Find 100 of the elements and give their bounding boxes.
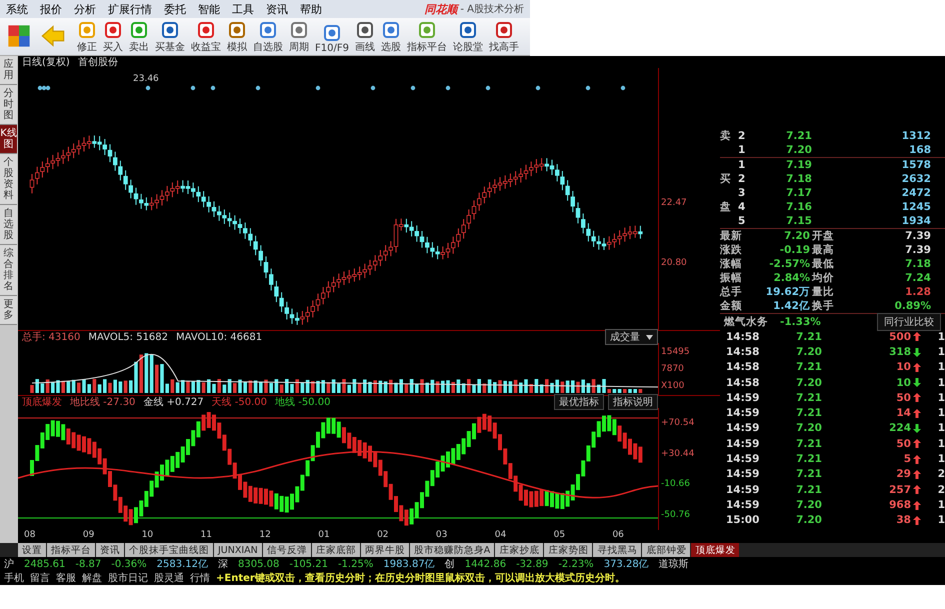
menu-item[interactable]: 分析: [68, 2, 102, 16]
tick-price: 7.20: [795, 514, 822, 526]
date-axis-label: 05: [554, 530, 566, 541]
grid-icon[interactable]: [6, 23, 32, 49]
toolbar-button[interactable]: 买入: [100, 18, 126, 54]
side-tab[interactable]: 应用: [0, 56, 17, 85]
toolbar-button[interactable]: 论股堂: [450, 18, 486, 54]
tick-count: 1: [936, 346, 945, 358]
indicator-button[interactable]: 指标说明: [608, 394, 658, 410]
status-link[interactable]: 手机: [4, 571, 24, 585]
mavol5-value: MAVOL5: 51682: [88, 332, 168, 342]
side-tab[interactable]: K线图: [0, 125, 17, 154]
tick-price: 7.21: [795, 484, 822, 496]
indicator-axis-label: -50.76: [661, 510, 692, 520]
tick-count: 1: [936, 407, 945, 420]
bottom-tab[interactable]: 两界牛股: [360, 543, 409, 557]
market-percent: -2.23%: [558, 558, 594, 570]
indicator-axis-label: +70.54: [661, 418, 696, 428]
side-tab[interactable]: 自选股: [0, 205, 17, 245]
status-link[interactable]: 客服: [56, 571, 76, 585]
chart-period: 日线(复权): [22, 56, 70, 69]
toolbar-button[interactable]: 收益宝: [188, 18, 224, 54]
bottom-tab[interactable]: 个股抹手宝曲线图: [125, 543, 213, 557]
order-volume: 1578: [900, 159, 931, 171]
high-price-marker: 23.46: [133, 74, 159, 84]
tick-volume: 14: [896, 407, 911, 420]
toolbar-button[interactable]: F10/F9: [312, 18, 352, 54]
quote-label: 涨跌: [720, 243, 743, 257]
bottom-tab[interactable]: 指标平台: [47, 543, 95, 557]
bottom-tab[interactable]: 股市稳赚防急身A: [410, 543, 494, 557]
toolbar-button[interactable]: 买基金: [152, 18, 188, 54]
order-side: 盘: [720, 200, 732, 214]
compare-button[interactable]: 同行业比较: [877, 312, 941, 330]
bottom-tab[interactable]: JUNXIAN: [214, 543, 262, 557]
toolbar-button[interactable]: 周期: [286, 18, 312, 54]
bottom-tab[interactable]: 顶底爆发: [691, 543, 740, 557]
tick-time: 14:58: [726, 330, 760, 343]
date-axis-label: 11: [200, 530, 212, 541]
menu-item[interactable]: 帮助: [294, 2, 328, 16]
tick-time: 14:59: [726, 484, 760, 496]
tick-price: 7.20: [795, 498, 822, 511]
toolbar-button[interactable]: 模拟: [224, 18, 250, 54]
toolbar-button[interactable]: 选股: [378, 18, 404, 54]
menu-item[interactable]: 扩展行情: [102, 2, 158, 16]
toolbar-icon: [291, 22, 307, 38]
order-price: 7.17: [785, 187, 812, 199]
order-side: 卖: [720, 129, 732, 143]
market-change: -105.21: [289, 558, 328, 570]
bottom-tab[interactable]: 庄家抄底: [495, 543, 544, 557]
status-link[interactable]: 留言: [30, 571, 50, 585]
menu-item[interactable]: 资讯: [260, 2, 294, 16]
status-link[interactable]: 解盘: [82, 571, 102, 585]
bottom-tab[interactable]: 庄家底部: [312, 543, 360, 557]
quote-value: 7.24: [904, 272, 931, 284]
bottom-tab[interactable]: 资讯: [96, 543, 124, 557]
date-axis-label: 12: [259, 530, 271, 541]
menu-item[interactable]: 系统: [0, 2, 34, 16]
menu-item[interactable]: 智能: [192, 2, 226, 16]
status-link[interactable]: 股市日记: [108, 571, 148, 585]
toolbar-button[interactable]: 卖出: [126, 18, 152, 54]
order-volume: 1934: [900, 215, 931, 227]
status-link[interactable]: 股灵通: [154, 571, 184, 585]
tick-volume: 500: [889, 330, 911, 343]
date-axis-label: 06: [612, 530, 624, 541]
status-link[interactable]: 行情: [190, 571, 210, 585]
toolbar-icon: [79, 22, 95, 38]
quote-value: -2.57%: [768, 258, 810, 270]
toolbar-button[interactable]: 指标平台: [404, 18, 450, 54]
indicator-dropdown[interactable]: 成交量: [605, 329, 658, 345]
date-axis-label: 03: [436, 530, 448, 541]
side-tab[interactable]: 个股资料: [0, 154, 17, 205]
bottom-tab[interactable]: 设置: [18, 543, 46, 557]
bottom-tab[interactable]: 寻找黑马: [593, 543, 642, 557]
toolbar-button[interactable]: 修正: [74, 18, 100, 54]
status-message: +Enter键或双击，查看历史分时；在历史分时图里鼠标双击，可以调出放大模式历史分时。: [216, 572, 625, 585]
bottom-tab[interactable]: 底部钟爱: [642, 543, 690, 557]
tick-volume: 38: [896, 514, 911, 526]
side-tab[interactable]: 综合排名: [0, 245, 17, 296]
menu-item[interactable]: 工具: [226, 2, 260, 16]
bottom-tab[interactable]: 庄家势图: [544, 543, 592, 557]
side-tab[interactable]: 分时图: [0, 85, 17, 125]
toolbar-button[interactable]: 自选股: [250, 18, 286, 54]
menu-item[interactable]: 报价: [34, 2, 68, 16]
quote-label: 最低: [811, 257, 835, 271]
quote-value: 7.20: [783, 230, 810, 242]
toolbar-button[interactable]: 画线: [352, 18, 378, 54]
indicator-button[interactable]: 最优指标: [554, 394, 604, 410]
order-level: 4: [738, 201, 746, 213]
side-tab[interactable]: 更多: [0, 296, 17, 325]
quote-label: 最新: [720, 229, 743, 243]
toolbar-icon: [460, 22, 476, 38]
market-amount: 1983.87亿: [383, 558, 435, 571]
date-axis-label: 02: [377, 530, 389, 541]
tick-volume: 224: [889, 422, 911, 434]
menu-item[interactable]: 委托: [158, 2, 192, 16]
bottom-tab[interactable]: 信号反弹: [262, 543, 311, 557]
tick-price: 7.21: [795, 330, 822, 343]
order-price: 7.19: [785, 159, 812, 171]
toolbar-button[interactable]: 找高手: [486, 18, 522, 54]
market-index: 2485.61: [24, 558, 66, 570]
